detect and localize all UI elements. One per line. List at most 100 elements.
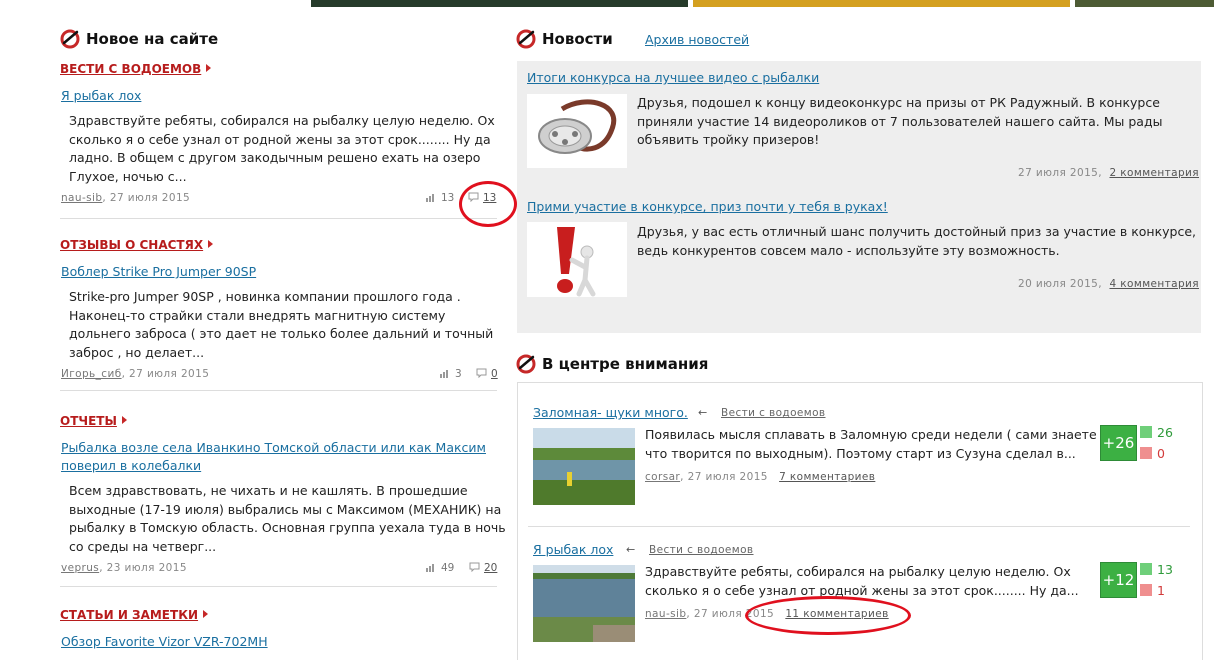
post-date: , 27 июля 2015 — [102, 192, 191, 204]
post-date: , 27 июля 2015 — [680, 471, 768, 483]
excerpt-line: что творится по выходным). Поэтому старт… — [645, 445, 1076, 461]
category-link-otzyvy[interactable]: ОТЗЫВЫ О СНАСТЯХ — [60, 238, 214, 252]
excerpt-line: рыбалку в Томскую область. Основная груп… — [69, 520, 506, 535]
views-count: 13 — [426, 192, 454, 205]
film-reel-thumbnail[interactable] — [527, 94, 627, 168]
title-line: Рыбалка возле села Иванкино Томской обла… — [61, 440, 486, 455]
views-icon — [426, 193, 437, 205]
post-title-link[interactable]: Я рыбак лох — [61, 87, 141, 105]
post-date: , 27 июля 2015 — [686, 608, 775, 620]
vote-down-icon[interactable] — [1140, 447, 1152, 459]
views-value: 3 — [455, 368, 462, 380]
vote-up-count: 13 — [1157, 562, 1173, 577]
river-photo-thumbnail[interactable] — [533, 565, 635, 642]
excerpt-line: Появилась мысля сплавать в Заломную сред… — [645, 427, 1097, 442]
category-label: ОТЗЫВЫ О СНАСТЯХ — [60, 238, 204, 252]
vote-up-count: 26 — [1157, 425, 1173, 440]
rating-badge: +12 — [1100, 562, 1137, 598]
focus-excerpt: Появилась мысля сплавать в Заломную сред… — [645, 426, 1097, 463]
author-link[interactable]: Игорь_сиб — [61, 368, 122, 380]
focus-excerpt: Здравствуйте ребяты, собирался на рыбалк… — [645, 563, 1079, 600]
category-link-stati[interactable]: СТАТЬИ И ЗАМЕТКИ — [60, 608, 209, 622]
views-value: 13 — [441, 192, 455, 204]
author-link[interactable]: nau-sib — [61, 192, 102, 204]
post-date: , 27 июля 2015 — [121, 368, 210, 380]
post-excerpt: Всем здравствовать, не чихать и не кашля… — [69, 482, 506, 556]
comments-count[interactable]: 0 — [476, 368, 498, 381]
focus-comments-link[interactable]: 7 комментариев — [779, 471, 875, 483]
focus-category-link[interactable]: Вести с водоемов — [649, 544, 754, 556]
news-title-link[interactable]: Итоги конкурса на лучшее видео с рыбалки — [527, 69, 819, 87]
site-logo-icon — [60, 29, 80, 49]
author-link[interactable]: corsar — [645, 471, 680, 483]
category-label: СТАТЬИ И ЗАМЕТКИ — [60, 608, 199, 622]
post-excerpt: Здравствуйте ребяты, собирался на рыбалк… — [69, 112, 495, 186]
views-icon — [426, 563, 437, 575]
news-comments-link[interactable]: 2 комментария — [1109, 167, 1199, 179]
comment-bubble-icon — [468, 192, 479, 205]
excerpt-line: дольнего заброса ( это дает не только бо… — [69, 326, 494, 341]
author-link[interactable]: nau-sib — [645, 608, 686, 620]
vote-up-icon[interactable] — [1140, 563, 1152, 575]
excerpt-line: Наконец-то страйки стали внедрять магнит… — [69, 307, 446, 323]
post-title-link[interactable]: Рыбалка возле села Иванкино Томской обла… — [61, 439, 486, 475]
excerpt-line: Всем здравствовать, не чихать и не кашля… — [69, 483, 468, 498]
excerpt-line: Здравствуйте ребяты, собирался на рыбалк… — [69, 113, 495, 128]
comment-bubble-icon — [476, 368, 487, 381]
rating-badge: +26 — [1100, 425, 1137, 461]
category-link-otchety[interactable]: ОТЧЕТЫ — [60, 414, 127, 428]
excerpt-line: Strike-pro Jumper 90SP , новинка компани… — [69, 289, 461, 304]
news-date: 27 июля 2015, — [1018, 167, 1102, 179]
lake-photo-thumbnail[interactable] — [533, 428, 635, 505]
vote-down-count: 0 — [1157, 446, 1165, 461]
focus-title-link[interactable]: Заломная- щуки много. — [533, 404, 688, 422]
category-label: ВЕСТИ С ВОДОЕМОВ — [60, 62, 202, 76]
news-heading: Новости — [542, 30, 613, 48]
top-banner-2[interactable] — [693, 0, 1070, 7]
triangle-right-icon — [208, 240, 214, 248]
left-heading: Новое на сайте — [86, 30, 219, 48]
focus-comments-link[interactable]: 11 комментариев — [785, 608, 888, 620]
triangle-right-icon — [203, 610, 209, 618]
post-excerpt: Strike-pro Jumper 90SP , новинка компани… — [69, 288, 493, 362]
divider — [60, 218, 497, 219]
top-banner-1[interactable] — [311, 0, 688, 7]
post-meta: veprus, 23 июля 2015 — [61, 562, 187, 574]
divider — [528, 526, 1190, 527]
category-label: ОТЧЕТЫ — [60, 414, 117, 428]
site-logo-icon — [516, 29, 536, 49]
triangle-right-icon — [121, 416, 127, 424]
news-title-link[interactable]: Прими участие в конкурсе, приз почти у т… — [527, 198, 888, 216]
excerpt-line: Здравствуйте ребяты, собирался на рыбалк… — [645, 564, 1071, 579]
arrow-left-icon: ← — [698, 406, 708, 419]
vote-down-count: 1 — [1157, 583, 1165, 598]
news-archive-link[interactable]: Архив новостей — [645, 31, 749, 49]
focus-heading: В центре внимания — [542, 355, 709, 373]
comments-link[interactable]: 13 — [483, 192, 496, 204]
comments-link[interactable]: 0 — [491, 368, 498, 380]
comments-count[interactable]: 20 — [469, 562, 497, 575]
post-meta: nau-sib, 27 июля 2015 — [61, 192, 190, 204]
news-excerpt: Друзья, подошел к концу видеоконкурс на … — [637, 94, 1162, 150]
red-exclamation-thumbnail[interactable] — [527, 222, 627, 297]
excerpt-line: выходные (17-19 июля) выбрались мы с Мак… — [69, 501, 502, 517]
comments-count[interactable]: 13 — [468, 192, 496, 205]
author-link[interactable]: veprus — [61, 562, 99, 574]
post-title-link[interactable]: Воблер Strike Pro Jumper 90SP — [61, 263, 256, 281]
news-comments-link[interactable]: 4 комментария — [1109, 278, 1199, 290]
comment-bubble-icon — [469, 562, 480, 575]
triangle-right-icon — [206, 64, 212, 72]
top-banner-3[interactable] — [1075, 0, 1214, 7]
excerpt-line: Друзья, у вас есть отличный шанс получит… — [637, 224, 1197, 239]
vote-up-icon[interactable] — [1140, 426, 1152, 438]
comments-link[interactable]: 20 — [484, 562, 497, 574]
focus-title-link[interactable]: Я рыбак лох — [533, 541, 613, 559]
excerpt-line: объявить тройку призеров! — [637, 132, 820, 147]
post-title-link[interactable]: Обзор Favorite Vizor VZR-702MH — [61, 633, 268, 651]
news-date: 20 июля 2015, — [1018, 278, 1102, 290]
category-link-vesti[interactable]: ВЕСТИ С ВОДОЕМОВ — [60, 62, 212, 76]
news-meta: 20 июля 2015, 4 комментария — [1018, 278, 1199, 290]
focus-meta: nau-sib, 27 июля 2015 11 комментариев — [645, 608, 889, 620]
focus-category-link[interactable]: Вести с водоемов — [721, 407, 826, 419]
vote-down-icon[interactable] — [1140, 584, 1152, 596]
